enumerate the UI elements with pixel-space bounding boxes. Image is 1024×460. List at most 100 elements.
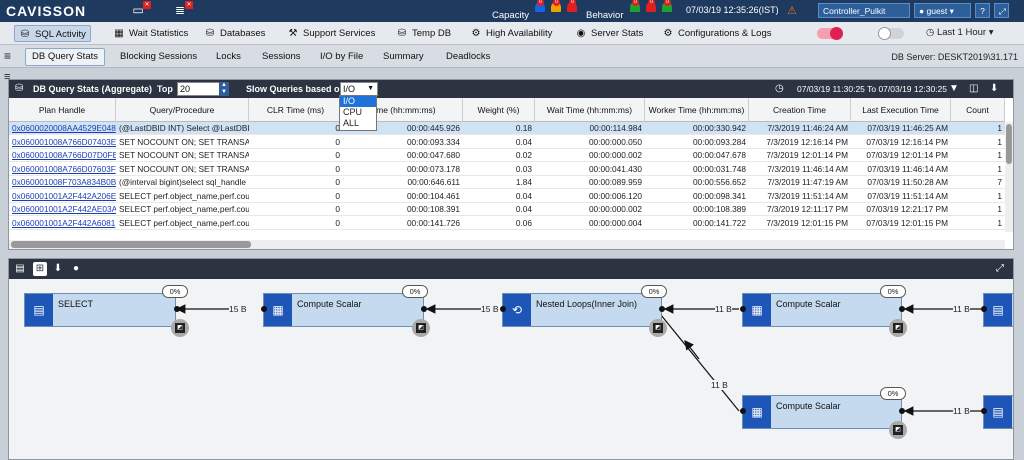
tree-icon[interactable]: ⊞ [33,262,47,276]
monitor-icon[interactable]: ▭ ✕ [128,1,151,19]
database-icon: ⛁ [397,28,407,39]
query-cell: (@LastDBID INT) Select @LastDBID [119,123,249,133]
table-row[interactable]: 0x060001008A766D07603F SET NOCOUNT ON; SE… [9,163,1005,176]
table-row[interactable]: 0x060001001A2F442A6081 SELECT perf.object… [9,217,1005,230]
plan-handle-cell[interactable]: 0x060001001A2F442AE03A [9,203,116,216]
nav-wait-statistics[interactable]: ▦ Wait Statistics [109,25,192,42]
expand-icon[interactable]: ⤢ [994,3,1009,18]
capacity-bell-icon-1[interactable]: 0 [535,0,545,12]
alert-settings-icon[interactable]: ⚠ [787,4,797,17]
database-stack-icon[interactable]: ≣ ✕ [170,1,193,19]
creation-time-cell: 7/3/2019 12:16:14 PM [766,136,848,147]
theme-toggle[interactable] [878,27,904,40]
horizontal-scrollbar[interactable] [9,240,1005,249]
wait-time-cell: 00:00:000.004 [588,217,642,228]
plan-handle-cell[interactable]: 0x060001008F703A834B0BD [9,176,116,189]
option-all[interactable]: ALL [340,118,376,129]
capacity-bell-icon-2[interactable]: 0 [551,0,561,12]
tab-sessions[interactable]: Sessions [256,49,307,65]
plan-node-compute-scalar[interactable]: ▦ Compute Scalar 0% ◩ [261,285,430,337]
live-toggle[interactable] [817,27,843,40]
tab-locks[interactable]: Locks [210,49,247,65]
creation-time-cell: 7/3/2019 12:01:15 PM [766,217,848,228]
table-row[interactable]: 0x060001008A766D07403E SET NOCOUNT ON; SE… [9,136,1005,149]
capacity-bell-icon-3[interactable]: 0 [567,0,577,12]
nav-sql-activity[interactable]: ⛁ SQL Activity [14,25,91,42]
tab-blocking-sessions[interactable]: Blocking Sessions [114,49,203,65]
clr-time-cell: 0 [335,136,340,147]
worker-time-cell: 00:00:141.722 [692,217,746,228]
plan-node-partial[interactable]: ▤ [981,395,1013,429]
tab-io-by-file[interactable]: I/O by File [314,49,369,65]
time-range-select[interactable]: ◷ Last 1 Hour ▾ [926,27,993,38]
time-cell: 00:00:108.391 [406,204,460,214]
menu-icon[interactable]: ≡ [4,49,11,63]
col-weight[interactable]: Weight (%) [463,98,535,122]
plan-node-compute-scalar[interactable]: ▦ Compute Scalar 0% ◩ [740,387,907,439]
time-range: 07/03/19 11:30:25 To 07/03/19 12:30:25 [797,84,947,94]
plan-node-partial[interactable]: ▤ [981,293,1013,327]
top-stepper[interactable]: ▲ ▼ [219,82,229,96]
col-wait-time[interactable]: Wait Time (hh:mm:ms) [535,98,645,122]
table-row[interactable]: 0x060001008A766D07D0FE SET NOCOUNT ON; SE… [9,149,1005,162]
execution-plan-panel: ▤ ⊞ ⬇ ● ⤢ 15 B 15 B 11 B 11 B 11 B 11 B … [8,258,1014,460]
nav-support-services[interactable]: ⚒ Support Services [283,25,379,42]
nav-server-stats[interactable]: ◉ Server Stats [571,25,647,42]
loop-icon: ⟲ [503,294,531,326]
slow-query-select[interactable]: I/O ▼ [340,82,378,96]
nav-databases[interactable]: ⛁ Databases [200,25,269,42]
plan-handle-cell[interactable]: 0x0600020008AA4529E048 [9,122,116,135]
plan-node-compute-scalar[interactable]: ▦ Compute Scalar 0% ◩ [740,285,907,337]
clock-icon[interactable]: ◷ [775,83,784,94]
nav-configurations-logs[interactable]: ⚙ Configurations & Logs [658,25,775,42]
expand-icon[interactable]: ⤢ [993,262,1007,276]
tab-deadlocks[interactable]: Deadlocks [440,49,496,65]
behavior-bell-icon-3[interactable]: 0 [662,0,672,12]
col-worker-time[interactable]: Worker Time (hh:mm:ms) [645,98,749,122]
network-icon: ⚙ [471,28,481,39]
tab-summary[interactable]: Summary [377,49,430,65]
col-last-exec[interactable]: Last Execution Time [851,98,951,122]
table-row[interactable]: 0x0600020008AA4529E048 (@LastDBID INT) Se… [9,122,1005,135]
nav-high-availability[interactable]: ⚙ High Availability [466,25,556,42]
col-query[interactable]: Query/Procedure [116,98,249,122]
document-icon[interactable]: ▤ [13,262,27,276]
table-row[interactable]: 0x060001008F703A834B0BD (@interval bigint… [9,176,1005,189]
query-cell: SET NOCOUNT ON; SET TRANSACT [119,136,249,147]
option-cpu[interactable]: CPU [340,107,376,118]
col-plan-handle[interactable]: Plan Handle [9,98,116,122]
save-icon[interactable]: ● [69,262,83,276]
plan-handle-cell[interactable]: 0x060001008A766D07403E [9,136,116,149]
behavior-bell-icon-1[interactable]: 0 [630,0,640,12]
vertical-scrollbar[interactable] [1005,122,1013,232]
help-icon[interactable]: ? [975,3,990,18]
plan-handle-cell[interactable]: 0x060001008A766D07D0FE [9,149,116,162]
behavior-bell-icon-2[interactable]: 0 [646,0,656,12]
col-count[interactable]: Count [951,98,1005,122]
download-icon[interactable]: ⬇ [51,262,65,276]
plan-handle-cell[interactable]: 0x060001001A2F442A206E [9,190,116,203]
plan-node-nested-loops[interactable]: ⟲ Nested Loops(Inner Join) 0% ◩ [500,285,667,337]
plan-node-select[interactable]: ▤ SELECT 0% ◩ [24,285,189,337]
filter-icon[interactable]: ▼ [949,83,959,94]
user-menu[interactable]: ● guest ▾ [914,3,971,18]
creation-time-cell: 7/3/2019 11:46:14 AM [767,163,848,174]
nav-temp-db[interactable]: ⛁ Temp DB [392,25,455,42]
tab-db-query-stats[interactable]: DB Query Stats [25,48,105,66]
worker-time-cell: 00:00:047.678 [692,150,746,160]
plan-handle-cell[interactable]: 0x060001008A766D07603F [9,163,116,176]
query-cell: SELECT perf.object_name,perf.cou [119,190,249,201]
columns-icon[interactable]: ◫ [969,83,978,94]
col-clr-time[interactable]: CLR Time (ms) [249,98,343,122]
weight-cell: 0.18 [515,123,532,133]
table-row[interactable]: 0x060001001A2F442AE03A SELECT perf.object… [9,203,1005,216]
query-cell: SELECT perf.object_name,perf.cou [119,204,249,214]
table-row[interactable]: 0x060001001A2F442A206E SELECT perf.object… [9,190,1005,203]
plan-handle-cell[interactable]: 0x060001001A2F442A6081 [9,217,116,230]
download-icon[interactable]: ⬇ [990,83,998,94]
clr-time-cell: 0 [335,123,340,133]
col-creation-time[interactable]: Creation Time [749,98,851,122]
db-server: DB Server: DESKT2019\31.171 [891,52,1018,62]
controller-select[interactable]: Controller_Pulkit [818,3,910,18]
option-io[interactable]: I/O [340,96,376,107]
